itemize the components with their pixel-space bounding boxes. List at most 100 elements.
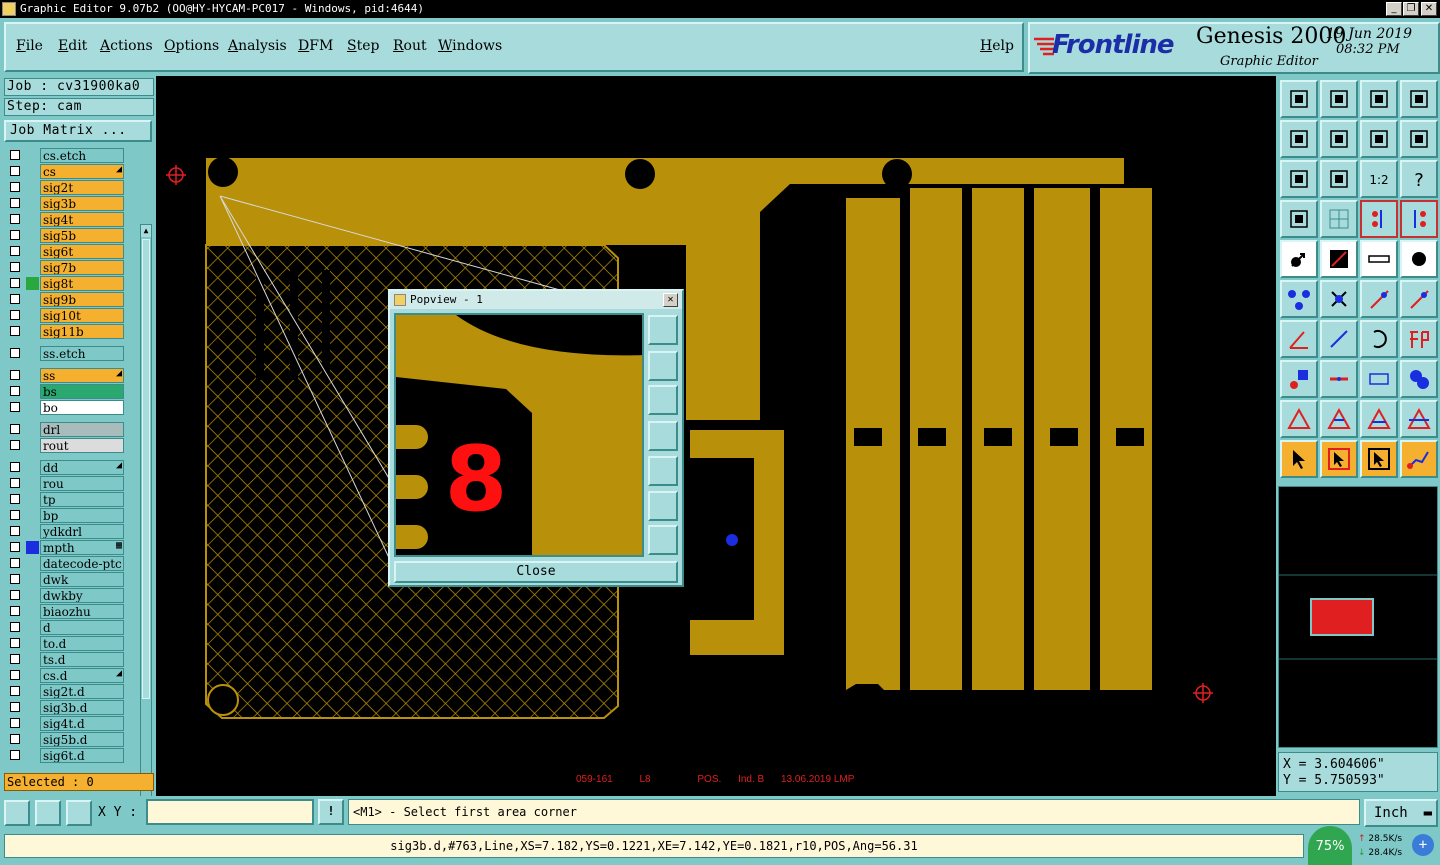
layer-name[interactable]: sig3b.d	[40, 700, 124, 715]
layer-name[interactable]: sig9b	[40, 292, 124, 307]
layer-checkbox[interactable]	[10, 440, 20, 450]
triangle2-button[interactable]	[1320, 400, 1358, 438]
network-plus-icon[interactable]: +	[1412, 834, 1434, 856]
layer-row[interactable]: sig2t	[4, 180, 138, 195]
popview-close-button[interactable]: Close	[394, 561, 678, 583]
route-button[interactable]	[1400, 440, 1438, 478]
layer-row[interactable]: sig3b	[4, 196, 138, 211]
layer-checkbox[interactable]	[10, 424, 20, 434]
menu-edit[interactable]: Edit	[58, 38, 87, 54]
layer-checkbox[interactable]	[10, 402, 20, 412]
menu-windows[interactable]: Windows	[438, 38, 502, 54]
help-button[interactable]: ?	[1400, 160, 1438, 198]
layer-row[interactable]: rou	[4, 476, 138, 491]
layer-checkbox[interactable]	[10, 606, 20, 616]
layer-name[interactable]: bo	[40, 400, 124, 415]
scroll-thumb[interactable]	[142, 239, 150, 699]
graphic-canvas[interactable]: 059-161 L8 POS. Ind. B 13.06.2019 LMP	[156, 76, 1276, 796]
pointer-box-button[interactable]	[1320, 440, 1358, 478]
layer-row[interactable]: sig4t	[4, 212, 138, 227]
drill-button[interactable]	[1320, 240, 1358, 278]
menu-rout[interactable]: Rout	[393, 38, 427, 54]
minimize-button[interactable]: _	[1386, 2, 1402, 16]
layer-name[interactable]: sig5b.d	[40, 732, 124, 747]
warning-button[interactable]: !	[318, 799, 344, 825]
layer-checkbox[interactable]	[10, 702, 20, 712]
layer-name[interactable]: ss.etch	[40, 346, 124, 361]
layer-name[interactable]: drl	[40, 422, 124, 437]
popview-pan-up-button[interactable]	[648, 351, 678, 381]
layer-checkbox[interactable]	[10, 370, 20, 380]
layer-row[interactable]: sig6t.d	[4, 748, 138, 763]
layer-name[interactable]: sig2t.d	[40, 684, 124, 699]
measure-icon[interactable]	[35, 800, 61, 826]
layer-checkbox[interactable]	[10, 590, 20, 600]
slot-button[interactable]	[1320, 360, 1358, 398]
layer-row[interactable]: datecode-ptc	[4, 556, 138, 571]
pointer-frame-button[interactable]	[1360, 440, 1398, 478]
open-button[interactable]	[1320, 80, 1358, 118]
layer-name[interactable]: biaozhu	[40, 604, 124, 619]
layer-checkbox[interactable]	[10, 574, 20, 584]
layer-name[interactable]: rout	[40, 438, 124, 453]
layer-row[interactable]: biaozhu	[4, 604, 138, 619]
connect-button[interactable]	[1280, 280, 1318, 318]
maximize-button[interactable]: ❐	[1403, 2, 1419, 16]
layer-row[interactable]: sig7b	[4, 260, 138, 275]
angle-button[interactable]	[1280, 320, 1318, 358]
layer-name[interactable]: bp	[40, 508, 124, 523]
split-button[interactable]	[1400, 80, 1438, 118]
layer-row[interactable]: dwk	[4, 572, 138, 587]
layer-checkbox[interactable]	[10, 750, 20, 760]
layer-row[interactable]: to.d	[4, 636, 138, 651]
layer-checkbox[interactable]	[10, 386, 20, 396]
snap-button[interactable]	[1280, 120, 1318, 158]
layer-name[interactable]: cs	[40, 164, 124, 179]
layer-checkbox[interactable]	[10, 654, 20, 664]
layer-checkbox[interactable]	[10, 294, 20, 304]
menu-options[interactable]: Options	[164, 38, 219, 54]
popview-canvas[interactable]: 8	[394, 313, 644, 557]
circle-button[interactable]	[1400, 360, 1438, 398]
line-button[interactable]	[1360, 280, 1398, 318]
layer-checkbox[interactable]	[10, 326, 20, 336]
layer-checkbox[interactable]	[10, 526, 20, 536]
layer-checkbox[interactable]	[10, 558, 20, 568]
layer-row[interactable]: d	[4, 620, 138, 635]
layer-name[interactable]: ts.d	[40, 652, 124, 667]
layer-row[interactable]: dwkby	[4, 588, 138, 603]
popview-zoom-in-button[interactable]	[648, 491, 678, 521]
layer-row[interactable]: sig11b	[4, 324, 138, 339]
layer-checkbox[interactable]	[10, 718, 20, 728]
layer-name[interactable]: sig8t	[40, 276, 124, 291]
layer-name[interactable]: tp	[40, 492, 124, 507]
layer-checkbox[interactable]	[10, 198, 20, 208]
layer-row[interactable]: bp	[4, 508, 138, 523]
popview-zoom-fit-button[interactable]	[648, 315, 678, 345]
layer-row[interactable]: ydkdrl	[4, 524, 138, 539]
layer-row[interactable]: sig2t.d	[4, 684, 138, 699]
record-button[interactable]	[1400, 240, 1438, 278]
layer-row[interactable]: sig3b.d	[4, 700, 138, 715]
overview-minimap[interactable]	[1278, 486, 1438, 748]
layer-checkbox[interactable]	[10, 182, 20, 192]
zoom-area-icon[interactable]	[4, 800, 30, 826]
layer-row[interactable]: dd ◢	[4, 460, 138, 475]
cut-button[interactable]	[1360, 120, 1398, 158]
layer-checkbox[interactable]	[10, 246, 20, 256]
layer-row[interactable]: bo	[4, 400, 138, 415]
layer-checkbox[interactable]	[10, 214, 20, 224]
layer-row[interactable]: sig9b	[4, 292, 138, 307]
array-button[interactable]	[1360, 360, 1398, 398]
layer-name[interactable]: ss	[40, 368, 124, 383]
layer-row[interactable]: tp	[4, 492, 138, 507]
layer-checkbox[interactable]	[10, 494, 20, 504]
layer-name[interactable]: mpth	[40, 540, 124, 555]
measure-button[interactable]	[1320, 120, 1358, 158]
layer-name[interactable]: to.d	[40, 636, 124, 651]
pan-button[interactable]	[1320, 160, 1358, 198]
layer-name[interactable]: dwkby	[40, 588, 124, 603]
grid-button[interactable]	[1320, 200, 1358, 238]
layer-checkbox[interactable]	[10, 166, 20, 176]
copy-button[interactable]	[1400, 120, 1438, 158]
